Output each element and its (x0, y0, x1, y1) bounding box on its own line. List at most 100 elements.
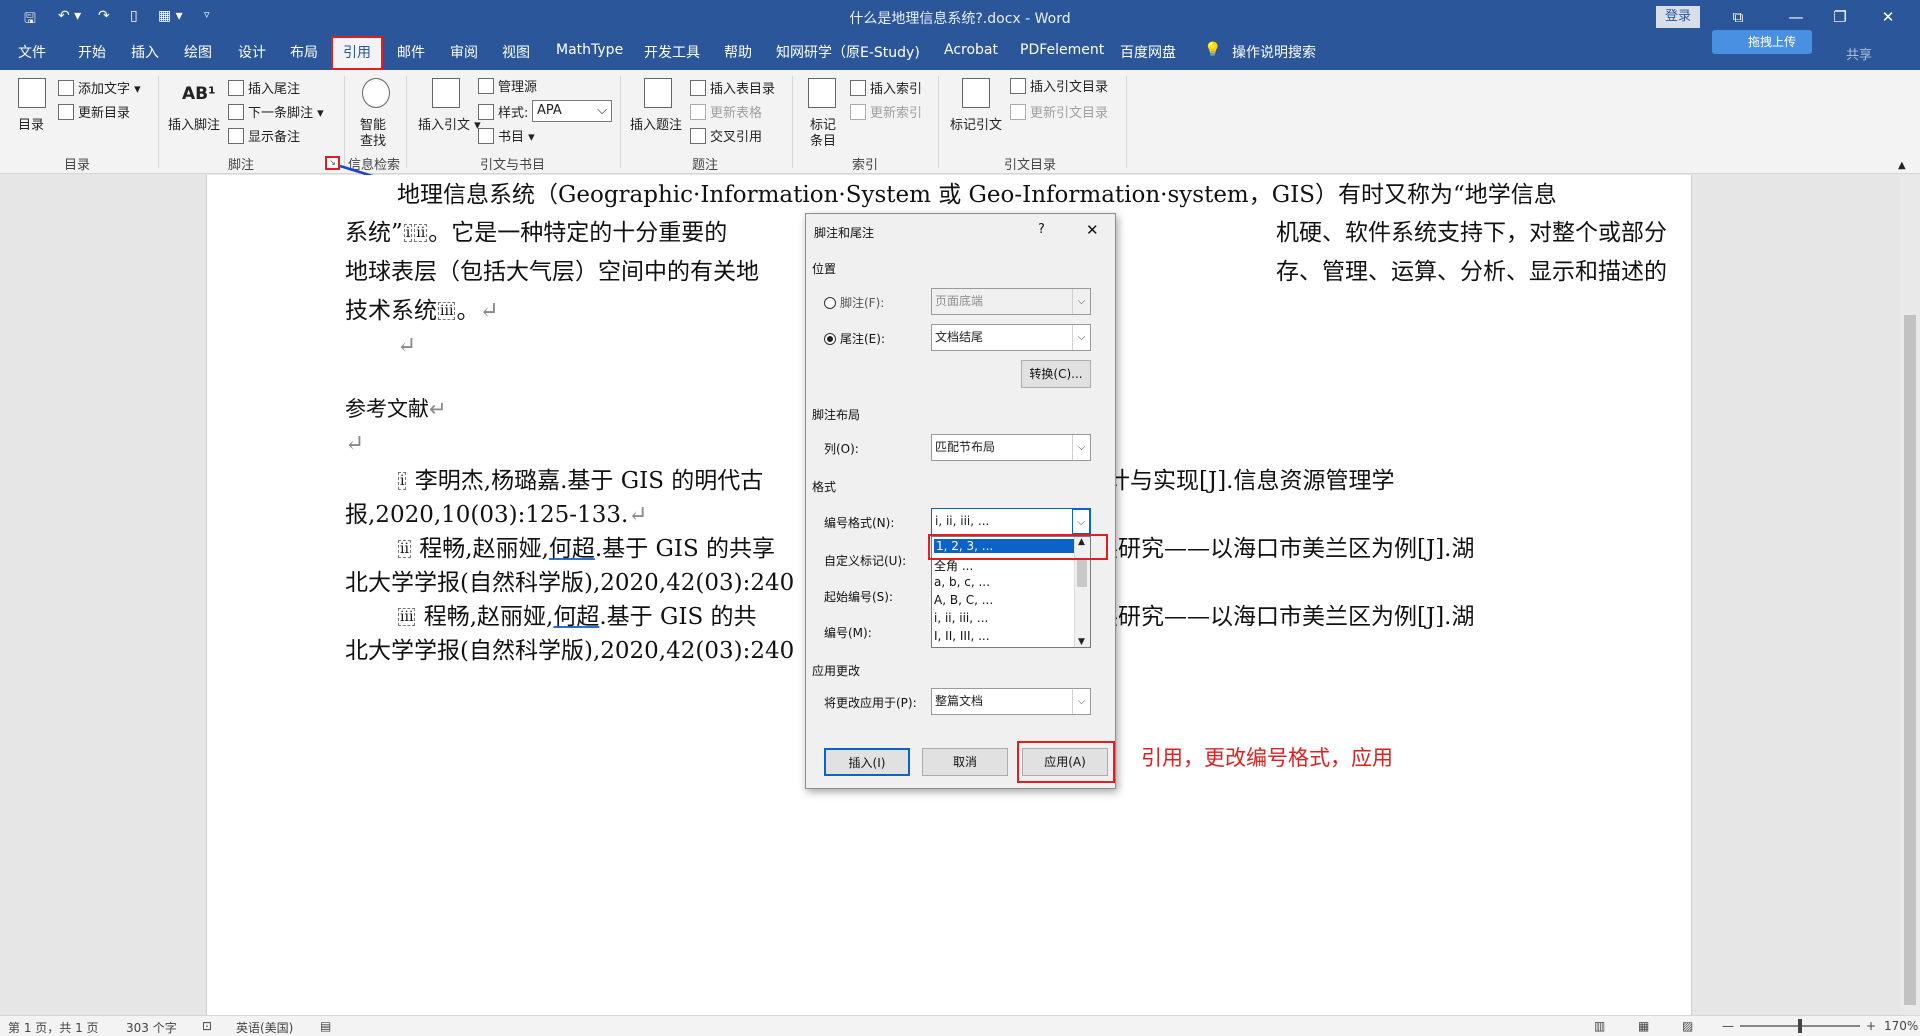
share-button[interactable]: 共享 (1846, 44, 1872, 63)
zoom-slider[interactable] (1740, 1019, 1860, 1033)
group-toc-label: 目录 (64, 158, 91, 173)
paragraph-line-2: 系统” i ii 。它是一种特定的十分重要的 (345, 220, 728, 246)
tab-references[interactable]: 引用 (331, 36, 383, 70)
scroll-down-icon[interactable]: ▼ (1078, 637, 1085, 647)
web-layout-icon[interactable]: ▨ (1682, 1019, 1693, 1033)
update-toa-button[interactable]: 更新引文目录 (1010, 102, 1108, 121)
zoom-in-icon[interactable]: + (1866, 1019, 1876, 1033)
language[interactable]: 英语(美国) (236, 1019, 293, 1036)
cross-reference-button[interactable]: 交叉引用 (690, 126, 762, 145)
footnote-radio[interactable]: 脚注(F): (824, 294, 884, 311)
footnote-position-select[interactable]: 页面底端 ⌵ (931, 288, 1091, 315)
tab-home[interactable]: 开始 (78, 42, 106, 62)
insert-toa-button[interactable]: 插入引文目录 (1010, 76, 1108, 95)
upload-button[interactable]: 拖拽上传 (1712, 30, 1812, 54)
tab-draw[interactable]: 绘图 (184, 42, 212, 62)
tab-mailings[interactable]: 邮件 (397, 42, 425, 62)
scrollbar-thumb[interactable] (1904, 315, 1916, 1005)
dropdown-scroll-thumb[interactable] (1077, 559, 1087, 587)
dialog-close-icon[interactable]: ✕ (1086, 221, 1099, 239)
group-captions-label: 题注 (692, 158, 719, 173)
references-heading: 参考文献↵ (345, 397, 447, 421)
columns-select[interactable]: 匹配节布局 ⌵ (931, 434, 1091, 461)
tab-layout[interactable]: 布局 (290, 42, 318, 62)
insert-endnote-button[interactable]: 插入尾注 (228, 78, 300, 97)
macro-icon[interactable]: ▤ (320, 1019, 331, 1033)
show-notes-button[interactable]: 显示备注 (228, 126, 300, 145)
tab-review[interactable]: 审阅 (450, 42, 478, 62)
paragraph-line-3-right: 存、管理、运算、分析、显示和描述的 (1276, 259, 1667, 285)
tab-mathtype[interactable]: MathType (556, 42, 623, 58)
reference-2-line-2: 北大学学报(自然科学版),2020,42(03):240 (345, 570, 795, 596)
tab-baidu[interactable]: 百度网盘 (1120, 42, 1176, 62)
vertical-scrollbar[interactable] (1900, 175, 1920, 1015)
endnote-radio[interactable]: 尾注(E): (824, 330, 885, 347)
mark-citation-button[interactable]: 标记引文 (950, 114, 1002, 133)
insert-table-of-figures-button[interactable]: 插入表目录 (690, 78, 775, 97)
smart-lookup-icon[interactable] (362, 78, 390, 108)
add-text-button[interactable]: 添加文字 ▾ (58, 78, 141, 97)
zoom-out-icon[interactable]: — (1722, 1019, 1734, 1033)
mark-entry-icon[interactable] (808, 78, 836, 108)
reference-1-line-2: 报,2020,10(03):125-133.↵ (345, 502, 648, 528)
next-footnote-button[interactable]: 下一条脚注 ▾ (228, 102, 324, 121)
toc-button[interactable]: 目录 (18, 114, 44, 133)
zoom-level[interactable]: 170% (1884, 1019, 1918, 1033)
insert-index-icon (850, 80, 866, 96)
tab-pdfelement[interactable]: PDFelement (1020, 42, 1104, 58)
tab-file[interactable]: 文件 (18, 42, 46, 62)
tab-insert[interactable]: 插入 (131, 42, 159, 62)
proofing-icon[interactable]: ⊡ (202, 1019, 212, 1033)
list-item-lower-roman[interactable]: i, ii, iii, ... (934, 611, 988, 625)
help-icon[interactable]: ? (1038, 222, 1045, 237)
word-count[interactable]: 303 个字 (126, 1019, 177, 1036)
mark-entry-button-line2[interactable]: 条目 (810, 130, 836, 149)
list-item-upper-roman[interactable]: I, II, III, ... (934, 629, 990, 643)
tab-design[interactable]: 设计 (238, 42, 266, 62)
apply-to-select[interactable]: 整篇文档 ⌵ (931, 688, 1091, 715)
number-format-select[interactable]: i, ii, iii, ... ⌵ (931, 508, 1091, 535)
tab-help[interactable]: 帮助 (724, 42, 752, 62)
reference-1-line-1-right: 计与实现[J].信息资源管理学 (1107, 468, 1395, 494)
list-item-upper-alpha[interactable]: A, B, C, ... (934, 593, 993, 607)
insert-footnote-button[interactable]: 插入脚注 (168, 114, 220, 133)
list-item-lower-alpha[interactable]: a, b, c, ... (934, 575, 990, 589)
toc-icon[interactable] (18, 78, 46, 108)
insert-footnote-icon[interactable]: AB¹ (182, 84, 216, 104)
collapse-ribbon-icon[interactable]: ▲ (1898, 160, 1906, 171)
convert-button[interactable]: 转换(C)... (1021, 360, 1091, 388)
mark-citation-icon[interactable] (962, 78, 990, 108)
page-count[interactable]: 第 1 页，共 1 页 (8, 1019, 99, 1036)
tell-me-search[interactable]: 操作说明搜索 (1232, 42, 1316, 62)
insert-caption-icon[interactable] (644, 78, 672, 108)
bibliography-button[interactable]: 书目 ▾ (478, 126, 535, 145)
insert-citation-icon[interactable] (432, 78, 460, 108)
cancel-button[interactable]: 取消 (922, 748, 1008, 776)
manage-sources-button[interactable]: 管理源 (478, 76, 537, 95)
tab-developer[interactable]: 开发工具 (644, 42, 700, 62)
citation-style-select[interactable]: APA ⌵ (532, 100, 612, 122)
tab-estudy[interactable]: 知网研学（原E-Study) (776, 42, 920, 62)
read-mode-icon[interactable]: ▥ (1594, 1019, 1605, 1033)
reference-2-line-1: ii 程畅,赵丽娅,何超.基于 GIS 的共享 (398, 536, 776, 562)
bibliography-icon (478, 128, 494, 144)
insert-button[interactable]: 插入(I) (824, 748, 910, 776)
insert-index-button[interactable]: 插入索引 (850, 78, 922, 97)
login-button[interactable]: 登录 (1656, 6, 1700, 28)
minimize-icon[interactable]: — (1778, 4, 1814, 30)
update-index-button[interactable]: 更新索引 (850, 102, 922, 121)
close-icon[interactable]: ✕ (1870, 4, 1906, 30)
update-toc-button[interactable]: 更新目录 (58, 102, 130, 121)
ribbon-display-icon[interactable]: ⧉ (1720, 4, 1756, 30)
tab-view[interactable]: 视图 (502, 42, 530, 62)
endnote-position-select[interactable]: 文档结尾 ⌵ (931, 324, 1091, 351)
insert-caption-button[interactable]: 插入题注 (630, 114, 682, 133)
update-table-button[interactable]: 更新表格 (690, 102, 762, 121)
insert-citation-button[interactable]: 插入引文 ▾ (418, 114, 481, 133)
smart-lookup-button-line2[interactable]: 查找 (360, 130, 386, 149)
restore-icon[interactable]: ❐ (1822, 4, 1858, 30)
tab-acrobat[interactable]: Acrobat (944, 42, 998, 58)
print-layout-icon[interactable]: ▦ (1638, 1019, 1649, 1033)
footnote-dialog-launcher[interactable]: ↘ (325, 156, 340, 170)
update-toc-icon (58, 104, 74, 120)
